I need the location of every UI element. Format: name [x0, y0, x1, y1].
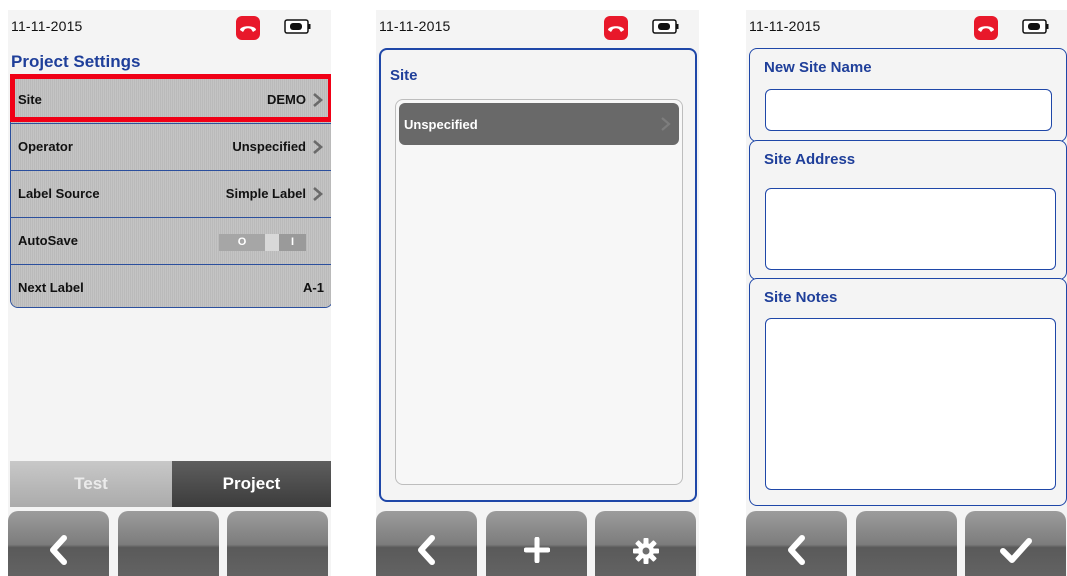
setting-value: Simple Label	[225, 186, 306, 201]
chevron-right-icon	[661, 117, 671, 131]
setting-label: AutoSave	[18, 233, 78, 248]
page-title: Project Settings	[11, 52, 141, 71]
back-button[interactable]	[746, 511, 847, 576]
panel-title: Site	[390, 67, 418, 84]
setting-value: Unspecified	[232, 139, 306, 154]
site-list-screen: 11-11-2015 Site Unspecified	[376, 10, 699, 576]
gear-icon	[632, 538, 659, 564]
back-button[interactable]	[8, 511, 109, 576]
setting-value: DEMO	[267, 92, 306, 107]
site-name-label: New Site Name	[764, 59, 872, 76]
softkey-blank-2[interactable]	[856, 511, 957, 576]
hangup-icon[interactable]	[236, 16, 260, 40]
setting-row-autosave: AutoSave O I	[11, 218, 331, 265]
status-bar: 11-11-2015	[746, 10, 1067, 44]
site-name-panel: New Site Name	[749, 48, 1067, 142]
setting-value: A-1	[303, 280, 324, 295]
battery-icon	[284, 19, 311, 34]
toggle-on-label: I	[279, 234, 306, 251]
site-name-input[interactable]	[765, 89, 1052, 131]
project-settings-screen: 11-11-2015 Project Settings Site DEMO Op…	[8, 10, 331, 576]
status-bar: 11-11-2015	[8, 10, 331, 44]
hangup-icon[interactable]	[974, 16, 998, 40]
toggle-off-label: O	[219, 234, 265, 251]
hangup-icon[interactable]	[604, 16, 628, 40]
chevron-right-icon	[313, 187, 323, 201]
site-address-label: Site Address	[764, 151, 856, 168]
site-notes-input[interactable]	[765, 318, 1056, 490]
settings-button[interactable]	[595, 511, 696, 576]
list-item[interactable]: Unspecified	[399, 103, 679, 145]
softkey-bar	[8, 506, 331, 576]
site-address-input[interactable]	[765, 188, 1056, 270]
check-icon	[999, 538, 1032, 563]
chevron-right-icon	[313, 140, 323, 154]
date-label: 11-11-2015	[11, 18, 83, 34]
tab-bar: Test Project	[10, 461, 331, 507]
site-list: Unspecified	[395, 99, 683, 485]
setting-label: Next Label	[18, 280, 84, 295]
back-button[interactable]	[376, 511, 477, 576]
site-panel: Site Unspecified	[379, 48, 697, 502]
back-icon	[49, 535, 67, 565]
back-icon	[787, 535, 805, 565]
battery-icon	[1022, 19, 1049, 34]
setting-row-operator[interactable]: Operator Unspecified	[11, 124, 331, 171]
list-item-label: Unspecified	[404, 117, 478, 132]
setting-row-next-label[interactable]: Next Label A-1	[11, 265, 331, 307]
site-notes-label: Site Notes	[764, 289, 838, 306]
setting-label: Operator	[18, 139, 73, 154]
battery-icon	[652, 19, 679, 34]
add-site-button[interactable]	[486, 511, 587, 576]
site-address-panel: Site Address	[749, 140, 1067, 280]
tab-test[interactable]: Test	[10, 461, 172, 507]
status-bar: 11-11-2015	[376, 10, 699, 44]
softkey-bar	[746, 506, 1067, 576]
autosave-toggle[interactable]: O I	[219, 234, 306, 251]
softkey-blank-3[interactable]	[227, 511, 328, 576]
confirm-button[interactable]	[965, 511, 1066, 576]
new-site-screen: 11-11-2015 New Site Name Site Address Si…	[746, 10, 1067, 576]
setting-label: Label Source	[18, 186, 100, 201]
setting-row-site[interactable]: Site DEMO	[11, 77, 331, 124]
site-notes-panel: Site Notes	[749, 278, 1067, 506]
date-label: 11-11-2015	[379, 18, 451, 34]
date-label: 11-11-2015	[749, 18, 821, 34]
plus-icon	[523, 537, 550, 563]
setting-row-label-source[interactable]: Label Source Simple Label	[11, 171, 331, 218]
settings-list: Site DEMO Operator Unspecified Label Sou…	[10, 76, 331, 308]
softkey-blank-2[interactable]	[118, 511, 219, 576]
chevron-right-icon	[313, 93, 323, 107]
softkey-bar	[376, 506, 699, 576]
tab-project[interactable]: Project	[172, 461, 331, 507]
setting-label: Site	[18, 92, 42, 107]
back-icon	[417, 535, 435, 565]
